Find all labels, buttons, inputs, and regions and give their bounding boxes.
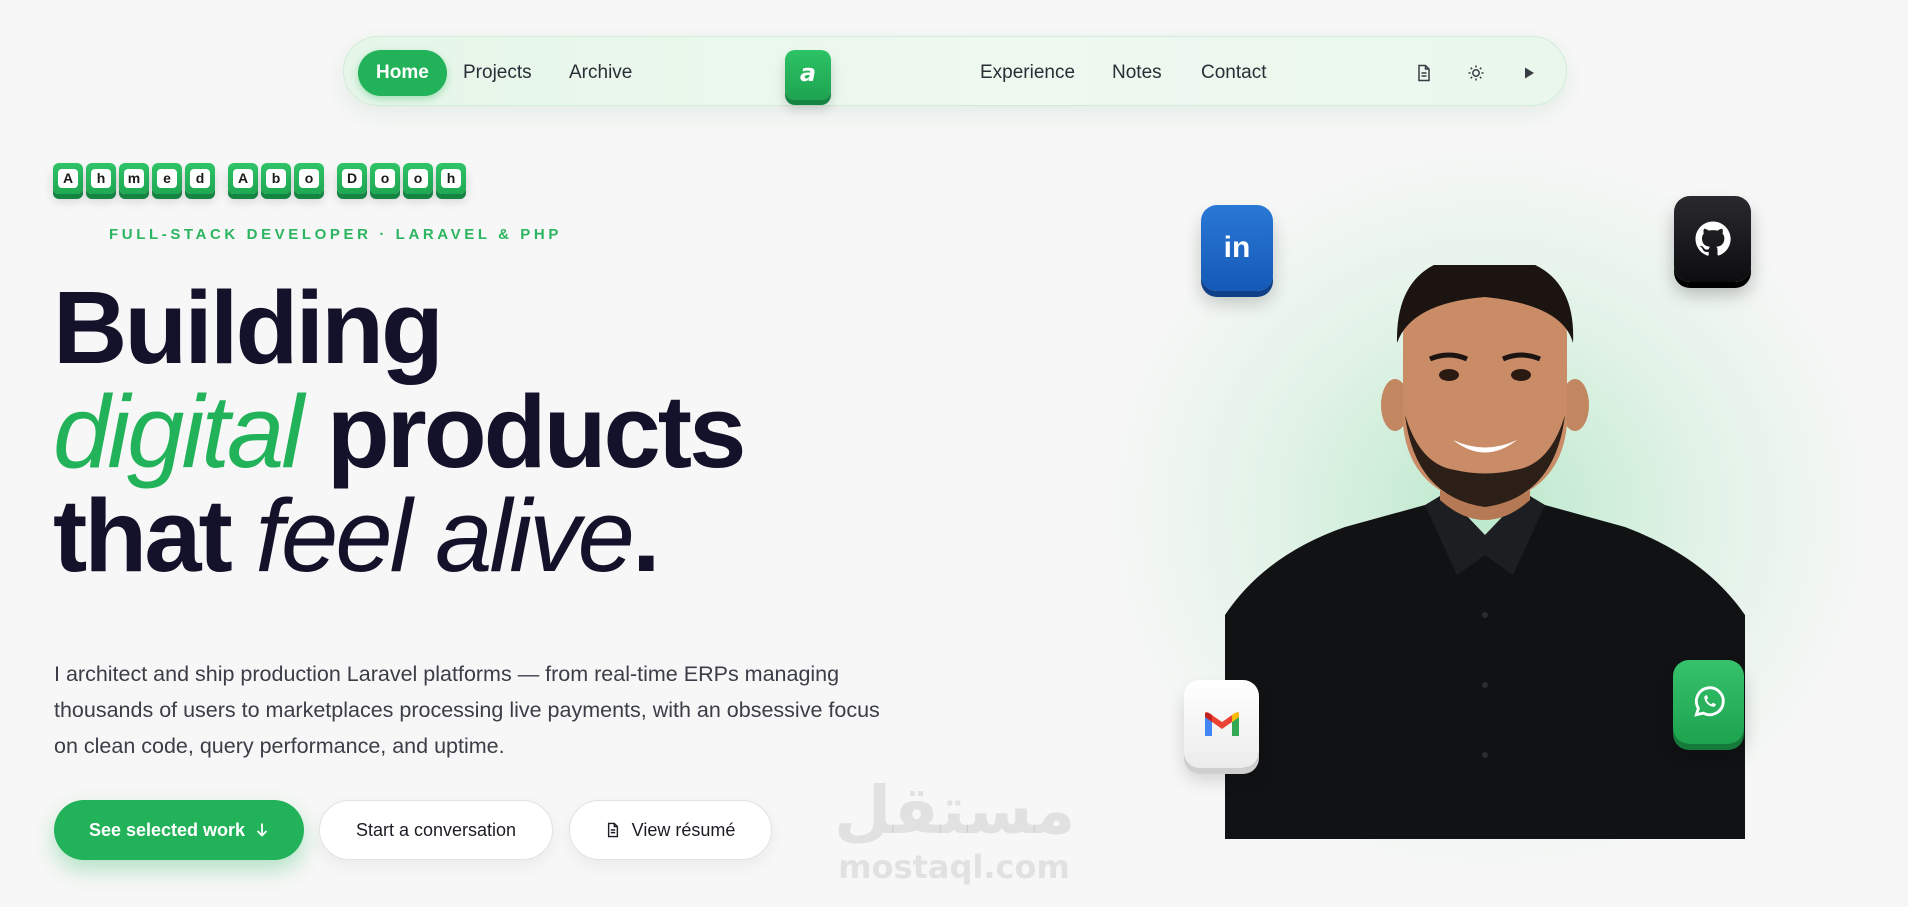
- gmail-icon[interactable]: [1184, 680, 1259, 768]
- headline-line-1: Building: [53, 270, 444, 385]
- arrow-down-icon: [255, 822, 269, 838]
- github-icon[interactable]: [1674, 196, 1751, 282]
- linkedin-icon[interactable]: in: [1201, 205, 1273, 291]
- keycap: D: [337, 163, 367, 194]
- tagline: FULL-STACK DEVELOPER · LARAVEL & PHP: [109, 226, 562, 243]
- nav-notes[interactable]: Notes: [1100, 50, 1174, 96]
- headline-line-3: that feel alive.: [53, 478, 661, 593]
- name-keycaps: A h m e d A b o D o o h: [53, 163, 469, 194]
- whatsapp-icon[interactable]: [1673, 660, 1744, 744]
- keycap: m: [119, 163, 149, 194]
- nav-projects[interactable]: Projects: [451, 50, 544, 96]
- sun-icon[interactable]: [1464, 61, 1488, 85]
- document-icon[interactable]: [1412, 61, 1436, 85]
- watermark-latin: mostaql.com: [838, 848, 1070, 886]
- keycap: o: [403, 163, 433, 194]
- hero-headline: Building digital products that feel aliv…: [53, 270, 746, 593]
- profile-photo: [1225, 265, 1745, 839]
- nav-archive[interactable]: Archive: [557, 50, 644, 96]
- keycap: o: [370, 163, 400, 194]
- document-icon: [606, 822, 620, 838]
- keycap: b: [261, 163, 291, 194]
- keycap: h: [436, 163, 466, 194]
- see-selected-work-button[interactable]: See selected work: [54, 800, 304, 860]
- hero-description: I architect and ship production Laravel …: [54, 662, 880, 758]
- keycap: A: [53, 163, 83, 194]
- nav-contact[interactable]: Contact: [1189, 50, 1278, 96]
- keycap: A: [228, 163, 258, 194]
- start-conversation-button[interactable]: Start a conversation: [319, 800, 553, 860]
- headline-accent: digital: [53, 374, 304, 489]
- headline-line-2: digital products: [53, 374, 746, 489]
- play-icon[interactable]: [1517, 61, 1541, 85]
- logo-button[interactable]: a: [785, 50, 831, 100]
- view-resume-button[interactable]: View résumé: [569, 800, 772, 860]
- keycap: o: [294, 163, 324, 194]
- nav-experience[interactable]: Experience: [968, 50, 1087, 96]
- keycap: h: [86, 163, 116, 194]
- watermark-arabic: مستقل: [834, 772, 1076, 849]
- top-navbar: Home Projects Archive a Experience Notes…: [343, 36, 1567, 106]
- headline-italic: feel alive: [255, 478, 635, 593]
- nav-home[interactable]: Home: [358, 50, 447, 96]
- keycap: e: [152, 163, 182, 194]
- keycap: d: [185, 163, 215, 194]
